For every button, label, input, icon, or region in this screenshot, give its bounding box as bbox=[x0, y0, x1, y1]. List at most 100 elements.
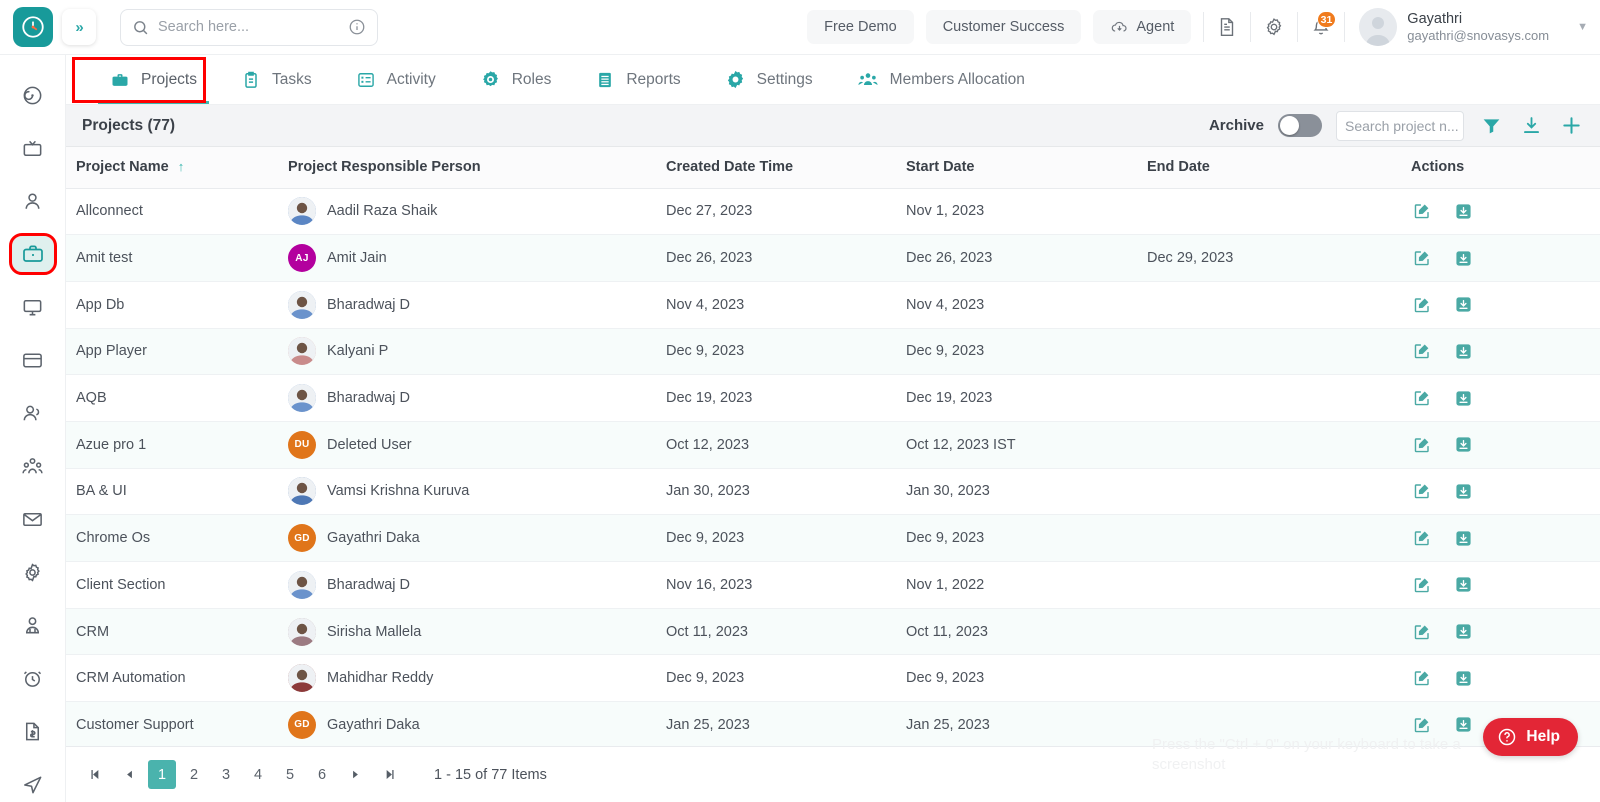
page-number-button[interactable]: 1 bbox=[148, 760, 176, 789]
global-search[interactable]: Search here... bbox=[120, 9, 378, 46]
table-row[interactable]: Amit test AJAmit Jain Dec 26, 2023Dec 26… bbox=[66, 235, 1600, 282]
sidebar-item-billing[interactable] bbox=[12, 342, 54, 378]
sidebar-item-users[interactable] bbox=[12, 395, 54, 431]
plus-icon[interactable] bbox=[1558, 113, 1584, 139]
archive-box-icon[interactable] bbox=[1455, 203, 1472, 220]
page-number-button[interactable]: 2 bbox=[180, 760, 208, 789]
tab-projects[interactable]: Projects bbox=[88, 55, 219, 104]
cell-project-name[interactable]: App Player bbox=[66, 328, 278, 375]
customer-success-button[interactable]: Customer Success bbox=[926, 10, 1082, 44]
edit-icon[interactable] bbox=[1413, 296, 1431, 314]
agent-button[interactable]: Agent bbox=[1093, 10, 1191, 44]
info-circle-icon[interactable] bbox=[348, 18, 366, 36]
sidebar-item-timesheet[interactable] bbox=[12, 660, 54, 696]
cell-project-name[interactable]: Azue pro 1 bbox=[66, 421, 278, 468]
tab-settings[interactable]: Settings bbox=[703, 55, 835, 104]
cell-project-name[interactable]: Allconnect bbox=[66, 188, 278, 235]
page-number-button[interactable]: 6 bbox=[308, 760, 336, 789]
tab-activity[interactable]: Activity bbox=[334, 55, 458, 104]
settings-gear-button[interactable] bbox=[1251, 7, 1297, 47]
archive-box-icon[interactable] bbox=[1455, 716, 1472, 733]
help-button[interactable]: Help bbox=[1483, 718, 1578, 756]
archive-box-icon[interactable] bbox=[1455, 670, 1472, 687]
table-row[interactable]: App Player Kalyani P Dec 9, 2023Dec 9, 2… bbox=[66, 328, 1600, 375]
edit-icon[interactable] bbox=[1413, 669, 1431, 687]
archive-box-icon[interactable] bbox=[1455, 623, 1472, 640]
cell-project-name[interactable]: BA & UI bbox=[66, 468, 278, 515]
notifications-button[interactable]: 31 bbox=[1298, 7, 1344, 47]
page-prev-button[interactable] bbox=[114, 760, 144, 789]
user-menu[interactable]: Gayathri gayathri@snovasys.com ▼ bbox=[1345, 8, 1588, 46]
sidebar-item-settings[interactable] bbox=[12, 554, 54, 590]
table-row[interactable]: Client Section Bharadwaj D Nov 16, 2023N… bbox=[66, 562, 1600, 609]
app-logo-icon[interactable] bbox=[13, 7, 53, 47]
page-number-button[interactable]: 5 bbox=[276, 760, 304, 789]
table-row[interactable]: Chrome Os GDGayathri Daka Dec 9, 2023Dec… bbox=[66, 515, 1600, 562]
edit-icon[interactable] bbox=[1413, 249, 1431, 267]
edit-icon[interactable] bbox=[1413, 436, 1431, 454]
sidebar-item-user[interactable] bbox=[12, 183, 54, 219]
table-row[interactable]: Azue pro 1 DUDeleted User Oct 12, 2023Oc… bbox=[66, 421, 1600, 468]
th-end-date[interactable]: End Date bbox=[1137, 147, 1385, 188]
th-project-name[interactable]: Project Name↑ bbox=[66, 147, 278, 188]
sidebar-item-monitor[interactable] bbox=[12, 289, 54, 325]
sidebar-item-mail[interactable] bbox=[12, 501, 54, 537]
archive-box-icon[interactable] bbox=[1455, 530, 1472, 547]
sidebar-item-navigate[interactable] bbox=[12, 766, 54, 802]
project-search-input[interactable]: Search project n... bbox=[1336, 111, 1464, 141]
edit-icon[interactable] bbox=[1413, 482, 1431, 500]
cell-project-name[interactable]: AQB bbox=[66, 375, 278, 422]
table-row[interactable]: CRM Sirisha Mallela Oct 11, 2023Oct 11, … bbox=[66, 608, 1600, 655]
cell-project-name[interactable]: Customer Support bbox=[66, 702, 278, 749]
edit-icon[interactable] bbox=[1413, 529, 1431, 547]
archive-box-icon[interactable] bbox=[1455, 436, 1472, 453]
th-created-date[interactable]: Created Date Time bbox=[656, 147, 896, 188]
edit-icon[interactable] bbox=[1413, 623, 1431, 641]
archive-box-icon[interactable] bbox=[1455, 250, 1472, 267]
cell-project-name[interactable]: Chrome Os bbox=[66, 515, 278, 562]
sidebar-item-tv[interactable] bbox=[12, 130, 54, 166]
th-start-date[interactable]: Start Date bbox=[896, 147, 1137, 188]
edit-icon[interactable] bbox=[1413, 716, 1431, 734]
th-responsible-person[interactable]: Project Responsible Person bbox=[278, 147, 656, 188]
page-number-button[interactable]: 4 bbox=[244, 760, 272, 789]
sidebar-item-invoice[interactable] bbox=[12, 713, 54, 749]
edit-icon[interactable] bbox=[1413, 342, 1431, 360]
search-input[interactable]: Search here... bbox=[158, 19, 339, 35]
sidebar-item-target[interactable] bbox=[12, 77, 54, 113]
cell-project-name[interactable]: Client Section bbox=[66, 562, 278, 609]
tab-members-allocation[interactable]: Members Allocation bbox=[835, 55, 1047, 104]
archive-box-icon[interactable] bbox=[1455, 296, 1472, 313]
table-row[interactable]: App Db Bharadwaj D Nov 4, 2023Nov 4, 202… bbox=[66, 281, 1600, 328]
page-number-button[interactable]: 3 bbox=[212, 760, 240, 789]
sidebar-expand-button[interactable]: » bbox=[62, 9, 96, 45]
edit-icon[interactable] bbox=[1413, 389, 1431, 407]
edit-icon[interactable] bbox=[1413, 576, 1431, 594]
table-row[interactable]: BA & UI Vamsi Krishna Kuruva Jan 30, 202… bbox=[66, 468, 1600, 515]
download-icon[interactable] bbox=[1518, 113, 1544, 139]
edit-icon[interactable] bbox=[1413, 202, 1431, 220]
page-first-button[interactable] bbox=[80, 760, 110, 789]
cell-project-name[interactable]: CRM Automation bbox=[66, 655, 278, 702]
table-row[interactable]: Allconnect Aadil Raza Shaik Dec 27, 2023… bbox=[66, 188, 1600, 235]
chevron-down-icon[interactable]: ▼ bbox=[1577, 21, 1588, 33]
archive-box-icon[interactable] bbox=[1455, 390, 1472, 407]
archive-box-icon[interactable] bbox=[1455, 483, 1472, 500]
free-demo-button[interactable]: Free Demo bbox=[807, 10, 914, 44]
sidebar-item-employee[interactable] bbox=[12, 607, 54, 643]
documents-button[interactable] bbox=[1204, 7, 1250, 47]
page-next-button[interactable] bbox=[340, 760, 370, 789]
tab-tasks[interactable]: Tasks bbox=[219, 55, 334, 104]
archive-toggle[interactable] bbox=[1278, 114, 1322, 137]
funnel-filter-icon[interactable] bbox=[1478, 113, 1504, 139]
table-row[interactable]: CRM Automation Mahidhar Reddy Dec 9, 202… bbox=[66, 655, 1600, 702]
table-row[interactable]: AQB Bharadwaj D Dec 19, 2023Dec 19, 2023 bbox=[66, 375, 1600, 422]
sidebar-item-teams[interactable] bbox=[12, 448, 54, 484]
archive-box-icon[interactable] bbox=[1455, 576, 1472, 593]
cell-project-name[interactable]: App Db bbox=[66, 281, 278, 328]
tab-roles[interactable]: Roles bbox=[458, 55, 574, 104]
cell-project-name[interactable]: CRM bbox=[66, 608, 278, 655]
archive-box-icon[interactable] bbox=[1455, 343, 1472, 360]
tab-reports[interactable]: Reports bbox=[573, 55, 702, 104]
page-last-button[interactable] bbox=[374, 760, 404, 789]
